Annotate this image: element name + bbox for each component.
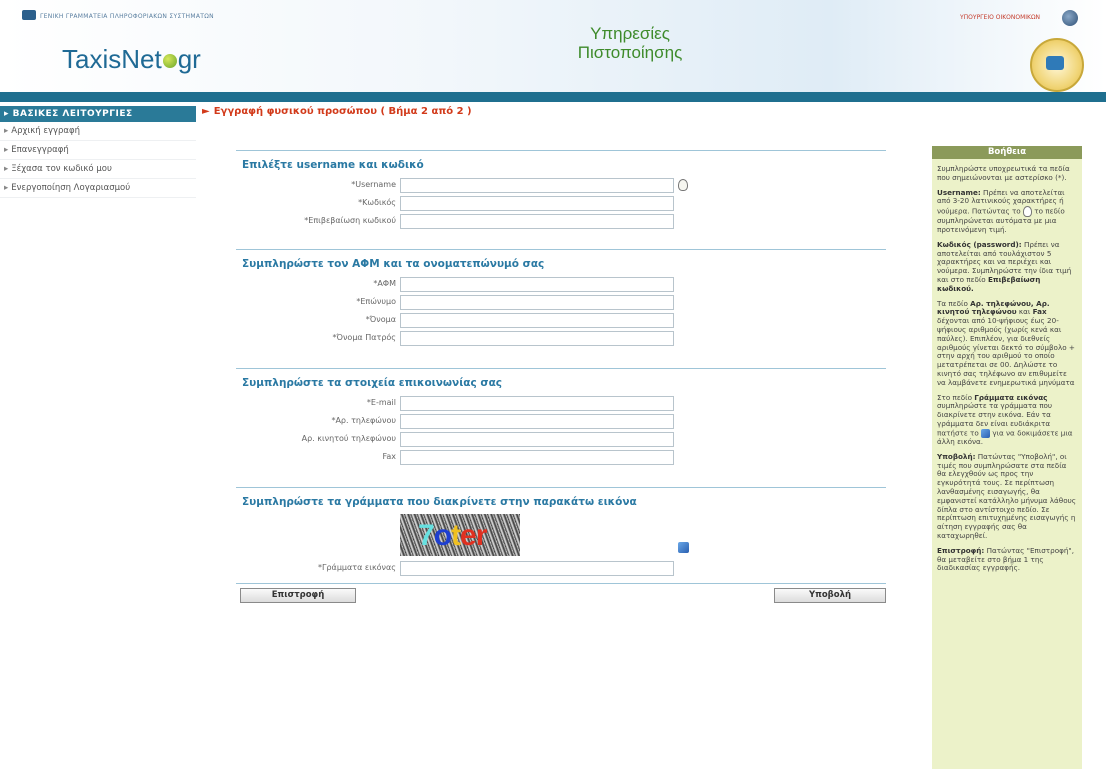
identity-section: Συμπληρώστε τον ΑΦΜ και τα ονοματεπώνυμό… [236, 249, 886, 348]
credentials-section-title: Επιλέξτε username και κωδικό [242, 159, 424, 171]
fax-row: Fax [236, 449, 886, 467]
suggest-username-bulb-icon[interactable] [678, 179, 688, 191]
ministry-text: ΓΕΝΙΚΗ ΓΡΑΜΜΑΤΕΙΑ ΠΛΗΡΟΦΟΡΙΑΚΩΝ ΣΥΣΤΗΜΑΤ… [40, 13, 214, 20]
sidebar-item-activate-account[interactable]: ▸ Ενεργοποίηση Λογαριασμού [0, 179, 196, 198]
email-input[interactable] [400, 396, 674, 411]
ministry-link[interactable]: ΥΠΟΥΡΓΕΙΟ ΟΙΚΟΝΟΜΙΚΩΝ [960, 14, 1040, 21]
captcha-image-row: 7oter [236, 514, 886, 560]
help-paragraph: Υποβολή: Πατώντας "Υποβολή", οι τιμές πο… [937, 451, 1076, 540]
fax-input[interactable] [400, 450, 674, 465]
bullet-icon: ▸ [4, 164, 9, 174]
help-paragraph: Username: Πρέπει να αποτελείται από 3-20… [937, 187, 1065, 234]
sidebar-item-re-registration[interactable]: ▸ Επανεγγραφή [0, 141, 196, 160]
father-name-label: *Όνομα Πατρός [332, 333, 396, 342]
captcha-input-row: *Γράμματα εικόνας [236, 560, 886, 578]
email-label: *E-mail [366, 398, 396, 407]
captcha-section: Συμπληρώστε τα γράμματα που διακρίνετε σ… [236, 487, 886, 578]
help-paragraph: Επιστροφή: Πατώντας "Επιστροφή", θα μετα… [937, 545, 1074, 573]
password-confirm-input[interactable] [400, 214, 674, 229]
arrow-right-icon: ► [202, 106, 210, 117]
username-row: *Username [236, 177, 886, 195]
surname-input[interactable] [400, 295, 674, 310]
captcha-input[interactable] [400, 561, 674, 576]
logo-suffix-text: gr [177, 44, 201, 74]
captcha-text: 7oter [418, 519, 487, 552]
contact-section: Συμπληρώστε τα στοιχεία επικοινωνίας σας… [236, 368, 886, 467]
phone-label: *Αρ. τηλεφώνου [331, 416, 396, 425]
sidebar-item-initial-registration[interactable]: ▸ Αρχική εγγραφή [0, 122, 196, 141]
first-name-row: *Όνομα [236, 312, 886, 330]
phone-input[interactable] [400, 414, 674, 429]
father-name-row: *Όνομα Πατρός [236, 330, 886, 348]
password-confirm-row: *Επιβεβαίωση κωδικού [236, 213, 886, 231]
section-divider [236, 368, 886, 369]
back-button[interactable]: Επιστροφή [240, 588, 356, 603]
first-name-input[interactable] [400, 313, 674, 328]
mobile-input[interactable] [400, 432, 674, 447]
captcha-section-title: Συμπληρώστε τα γράμματα που διακρίνετε σ… [242, 496, 637, 508]
sidebar-heading: ▸ ΒΑΣΙΚΕΣ ΛΕΙΤΟΥΡΓΙΕΣ [0, 106, 196, 122]
page-header: ΓΕΝΙΚΗ ΓΡΑΜΜΑΤΕΙΑ ΠΛΗΡΟΦΟΡΙΑΚΩΝ ΣΥΣΤΗΜΑΤ… [0, 0, 1106, 92]
contact-section-title: Συμπληρώστε τα στοιχεία επικοινωνίας σας [242, 377, 503, 389]
help-paragraph: Κωδικός (password): Πρέπει να αποτελείτα… [937, 239, 1072, 293]
username-input[interactable] [400, 178, 674, 193]
help-paragraph: Τα πεδίο Αρ. τηλεφώνου, Αρ. κινητού τηλε… [937, 298, 1075, 387]
phone-row: *Αρ. τηλεφώνου [236, 413, 886, 431]
bullet-icon: ▸ [4, 126, 9, 136]
header-bar [0, 92, 1106, 102]
help-paragraph: Στο πεδίο Γράμματα εικόνας συμπληρώστε τ… [937, 392, 1073, 447]
section-divider [236, 150, 886, 151]
afm-label: *ΑΦΜ [373, 279, 396, 288]
sidebar-heading-marker-icon: ▸ [4, 109, 13, 119]
identity-section-title: Συμπληρώστε τον ΑΦΜ και τα ονοματεπώνυμό… [242, 258, 545, 270]
sidebar: ▸ ΒΑΣΙΚΕΣ ΛΕΙΤΟΥΡΓΙΕΣ ▸ Αρχική εγγραφή ▸ Ε… [0, 106, 196, 198]
submit-button[interactable]: Υποβολή [774, 588, 886, 603]
taxisnet-logo[interactable]: TaxisNet gr [62, 44, 201, 75]
form-actions: Επιστροφή Υποβολή [236, 584, 886, 606]
captcha-label: *Γράμματα εικόνας [318, 563, 396, 572]
captcha-image: 7oter [400, 514, 520, 556]
logo-main-text: TaxisNet [62, 44, 162, 74]
password-label: *Κωδικός [358, 198, 396, 207]
bullet-icon: ▸ [4, 145, 9, 155]
sidebar-item-forgot-password[interactable]: ▸ Ξέχασα τον κωδικό μου [0, 160, 196, 179]
service-title: Υπηρεσίες Πιστοποίησης [520, 24, 740, 62]
mobile-label: Αρ. κινητού τηλεφώνου [301, 434, 396, 443]
username-label: *Username [351, 180, 396, 189]
password-confirm-label: *Επιβεβαίωση κωδικού [304, 216, 396, 225]
bullet-icon: ▸ [4, 183, 9, 193]
password-input[interactable] [400, 196, 674, 211]
logo-dot-icon [162, 54, 177, 69]
afm-input[interactable] [400, 277, 674, 292]
registration-form: Επιλέξτε username και κωδικό *Username *… [236, 150, 886, 606]
help-panel: Βοήθεια Συμπληρώστε υποχρεωτικά τα πεδία… [932, 146, 1082, 769]
globe-icon[interactable] [1062, 10, 1078, 26]
page-title: ► Εγγραφή φυσικού προσώπου ( Βήμα 2 από 2… [202, 106, 472, 117]
credentials-section: Επιλέξτε username και κωδικό *Username *… [236, 150, 886, 231]
afm-row: *ΑΦΜ [236, 276, 886, 294]
seal-logo-icon [1030, 38, 1084, 92]
email-row: *E-mail [236, 395, 886, 413]
father-name-input[interactable] [400, 331, 674, 346]
mobile-row: Αρ. κινητού τηλεφώνου [236, 431, 886, 449]
password-row: *Κωδικός [236, 195, 886, 213]
surname-row: *Επώνυμο [236, 294, 886, 312]
help-paragraph: Συμπληρώστε υποχρεωτικά τα πεδία που σημ… [937, 164, 1070, 182]
surname-label: *Επώνυμο [356, 297, 396, 306]
help-body: Συμπληρώστε υποχρεωτικά τα πεδία που σημ… [932, 159, 1082, 573]
help-heading: Βοήθεια [932, 146, 1082, 159]
first-name-label: *Όνομα [365, 315, 396, 324]
ministry-emblem-icon [22, 10, 36, 20]
fax-label: Fax [382, 452, 396, 461]
service-title-line1: Υπηρεσίες [590, 24, 670, 43]
section-divider [236, 487, 886, 488]
refresh-captcha-icon[interactable] [678, 542, 689, 553]
service-title-line2: Πιστοποίησης [577, 43, 683, 62]
section-divider [236, 249, 886, 250]
